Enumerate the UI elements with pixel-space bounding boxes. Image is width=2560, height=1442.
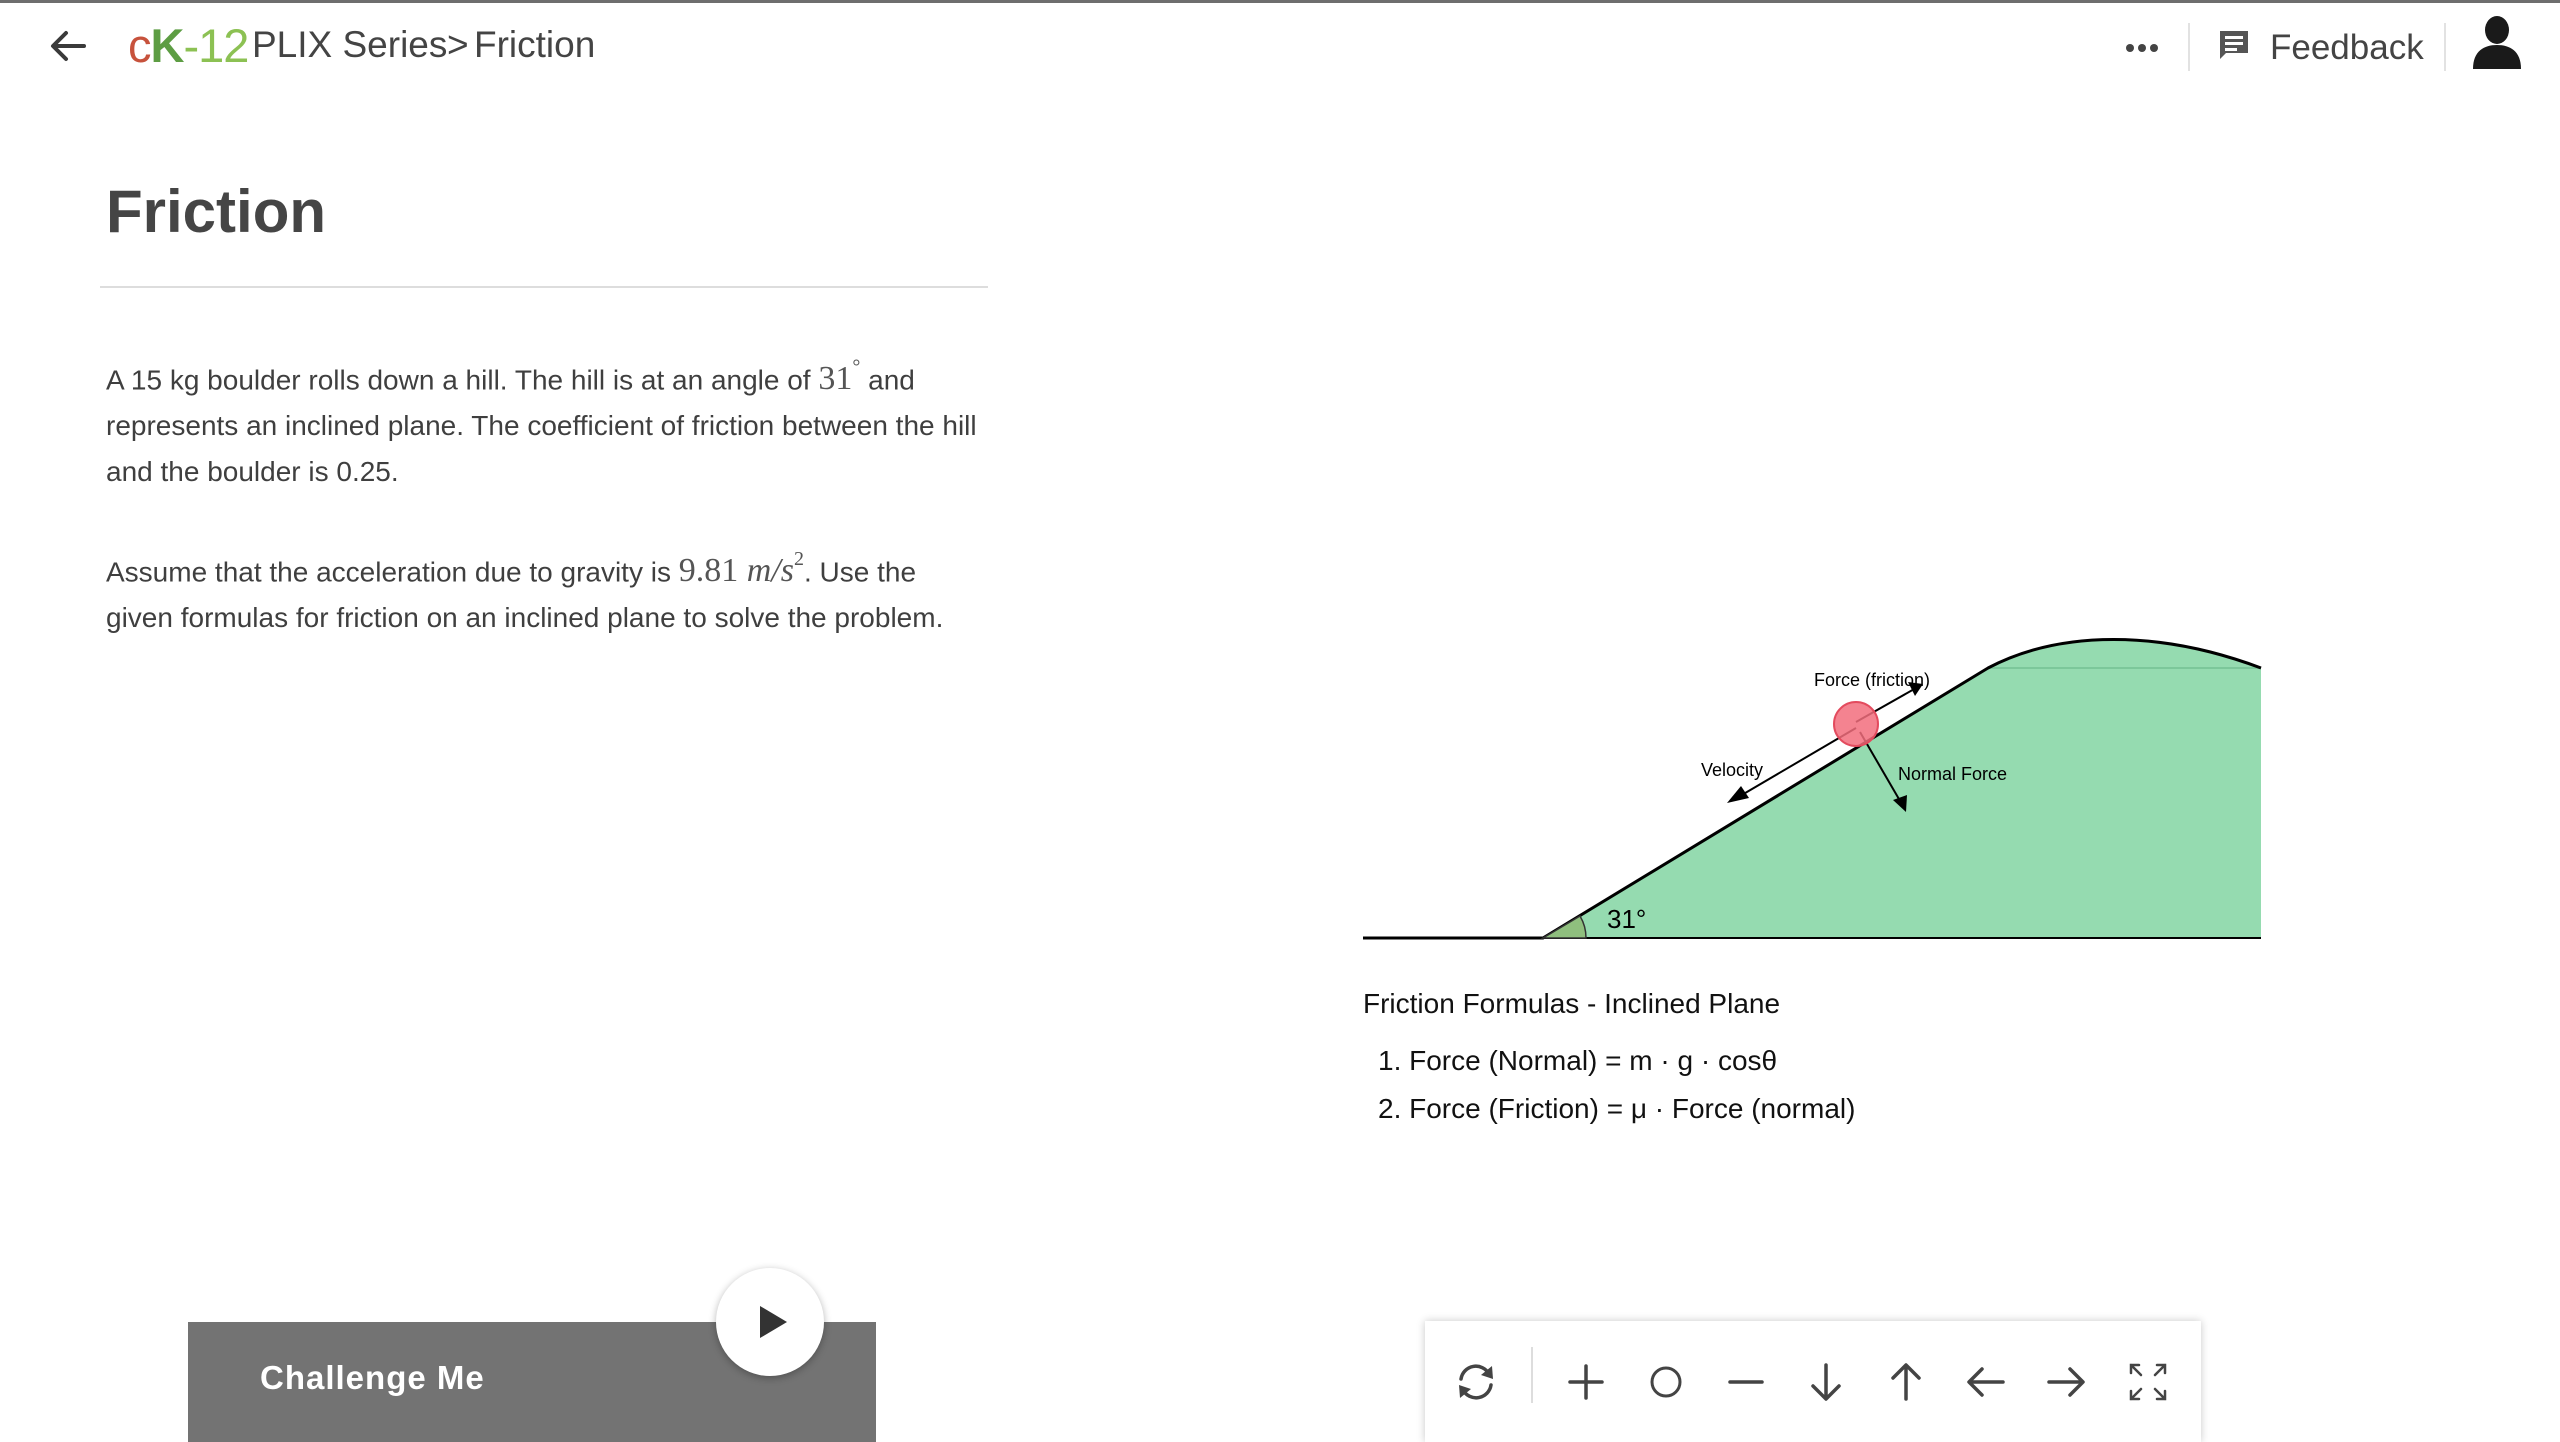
title-divider xyxy=(100,286,988,288)
challenge-me-label: Challenge Me xyxy=(260,1359,485,1396)
velocity-label: Velocity xyxy=(1701,760,1763,780)
feedback-icon xyxy=(2220,31,2248,59)
paragraph-1-text-start: A 15 kg boulder rolls down a hill. The h… xyxy=(106,364,819,396)
user-avatar[interactable] xyxy=(2470,13,2524,71)
plus-icon xyxy=(1568,1364,1604,1400)
more-options-button[interactable] xyxy=(2122,33,2162,63)
problem-paragraph-2: Assume that the acceleration due to grav… xyxy=(106,540,986,641)
app-header: cK-12 PLIX Series > Friction Feedback xyxy=(0,3,2560,83)
more-dots-icon xyxy=(2126,44,2158,52)
fullscreen-button[interactable] xyxy=(2125,1359,2171,1405)
zoom-in-button[interactable] xyxy=(1563,1359,1609,1405)
velocity-arrowhead xyxy=(1727,786,1749,803)
gravity-math: 9.81 m/s2 xyxy=(678,548,804,590)
gravity-unit: m/s xyxy=(746,552,794,590)
logo-c: c xyxy=(128,19,151,72)
minus-icon xyxy=(1728,1380,1764,1384)
header-divider xyxy=(2188,23,2190,71)
problem-paragraph-1: A 15 kg boulder rolls down a hill. The h… xyxy=(106,348,986,495)
pan-down-button[interactable] xyxy=(1803,1359,1849,1405)
normal-force-label: Normal Force xyxy=(1898,764,2007,784)
reset-view-button[interactable] xyxy=(1643,1359,1689,1405)
angle-unit: ° xyxy=(852,356,861,378)
formula-item: 2. Force (Friction) = μ · Force (normal) xyxy=(1378,1093,1856,1124)
angle-wedge xyxy=(1540,914,1587,939)
formulas-title: Friction Formulas - Inclined Plane xyxy=(1363,988,1781,1019)
arrow-left-icon xyxy=(1967,1367,2005,1397)
breadcrumb-current: Friction xyxy=(474,24,596,65)
zoom-out-button[interactable] xyxy=(1723,1359,1769,1405)
user-avatar-icon xyxy=(2473,16,2521,69)
logo-k: K xyxy=(150,19,185,72)
back-button[interactable] xyxy=(44,23,92,69)
arrow-right-icon xyxy=(2047,1367,2085,1397)
pan-left-button[interactable] xyxy=(1963,1359,2009,1405)
boulder xyxy=(1833,701,1879,747)
play-button[interactable] xyxy=(716,1268,824,1376)
angle-math: 31° xyxy=(818,356,860,398)
refresh-icon xyxy=(1459,1364,1493,1400)
gravity-value: 9.81 xyxy=(678,552,739,590)
header-divider xyxy=(2444,23,2446,71)
angle-label: 31° xyxy=(1607,904,1646,934)
breadcrumb-separator: > xyxy=(447,24,469,65)
friction-label: Force (friction) xyxy=(1814,670,1930,690)
gravity-unit-exponent: 2 xyxy=(793,548,804,570)
arrow-up-icon xyxy=(1891,1363,1921,1401)
fullscreen-icon xyxy=(2129,1363,2167,1401)
logo-num: -12 xyxy=(183,19,249,72)
pan-right-button[interactable] xyxy=(2043,1359,2089,1405)
inclined-plane-diagram: 31° Force (friction) Velocity Normal For… xyxy=(1360,620,2270,950)
page-title: Friction xyxy=(106,178,326,245)
arrow-down-icon xyxy=(1811,1363,1841,1401)
paragraph-2-text-start: Assume that the acceleration due to grav… xyxy=(106,556,679,588)
formulas-list: 1. Force (Normal) = m · g · cosθ 2. Forc… xyxy=(1378,1037,1855,1133)
angle-value: 31 xyxy=(818,360,853,398)
circle-icon xyxy=(1650,1366,1682,1398)
feedback-label: Feedback xyxy=(2270,28,2424,67)
play-icon xyxy=(760,1306,787,1338)
back-arrow-icon xyxy=(51,31,86,61)
ck12-logo[interactable]: cK-12 xyxy=(128,16,249,76)
toolbar-divider xyxy=(1531,1347,1533,1403)
formula-item: 1. Force (Normal) = m · g · cosθ xyxy=(1378,1045,1778,1076)
breadcrumb-series[interactable]: PLIX Series xyxy=(252,23,447,67)
simulation-toolbar xyxy=(1425,1321,2201,1442)
refresh-button[interactable] xyxy=(1453,1359,1499,1405)
pan-up-button[interactable] xyxy=(1883,1359,1929,1405)
